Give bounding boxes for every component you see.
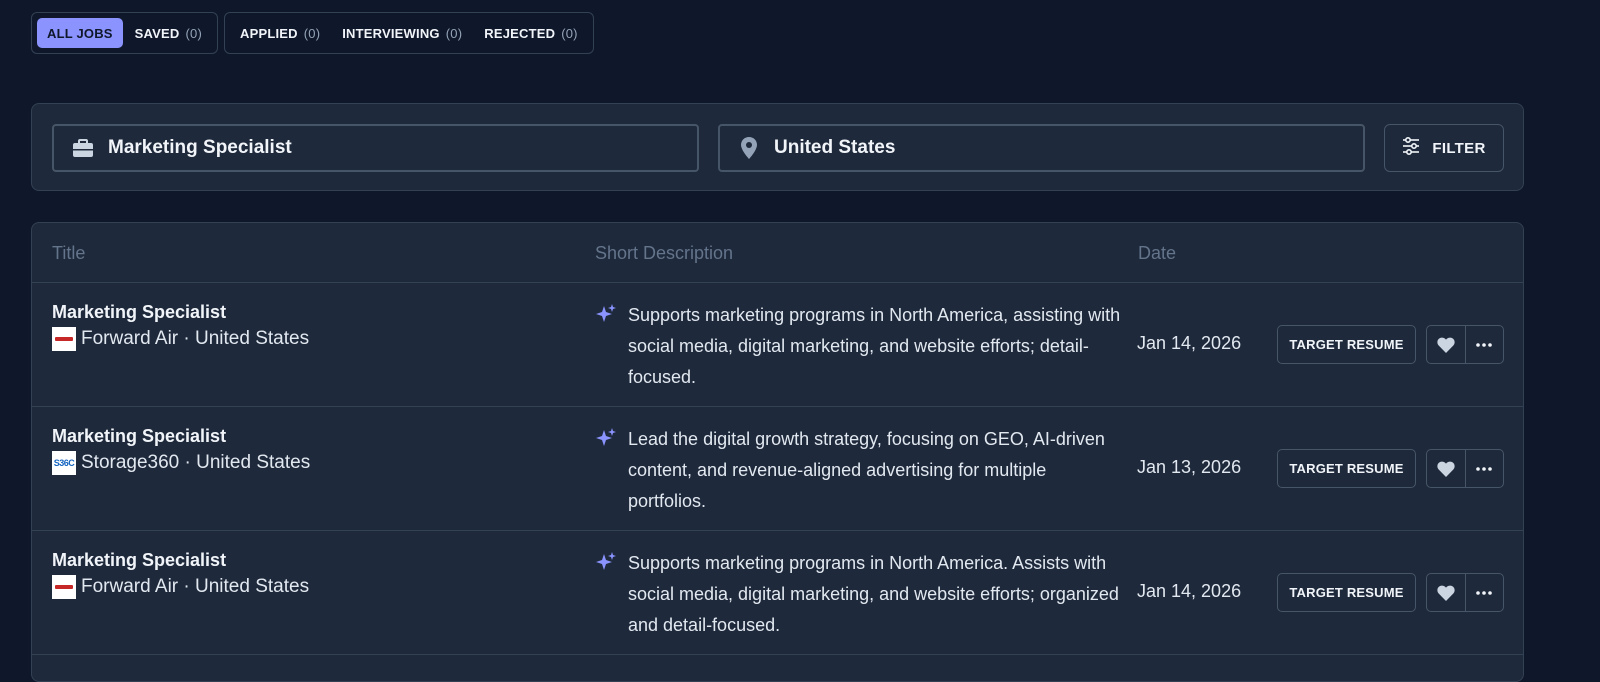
sliders-icon xyxy=(1402,136,1420,159)
tab-rejected[interactable]: REJECTED (0) xyxy=(474,18,587,48)
status-tabs: ALL JOBS SAVED (0) APPLIED (0) INTERVIEW… xyxy=(31,12,594,54)
row-actions xyxy=(1426,573,1504,612)
tab-group-primary: ALL JOBS SAVED (0) xyxy=(31,12,218,54)
more-horizontal-icon xyxy=(1476,342,1493,347)
search-panel: FILTER xyxy=(31,103,1524,191)
company-line: Forward Air · United States xyxy=(52,327,309,351)
tab-label: REJECTED xyxy=(484,25,556,41)
save-job-button[interactable] xyxy=(1427,574,1465,611)
forward-air-logo xyxy=(52,575,76,599)
job-date: Jan 14, 2026 xyxy=(1137,581,1242,601)
save-job-button[interactable] xyxy=(1427,450,1465,487)
company-line: Forward Air · United States xyxy=(52,575,309,599)
sparkle-icon xyxy=(595,303,617,325)
target-resume-button[interactable]: TARGET RESUME xyxy=(1277,449,1416,488)
briefcase-icon xyxy=(72,137,94,159)
sparkle-icon xyxy=(595,427,617,449)
heart-icon xyxy=(1437,337,1455,353)
filter-label: FILTER xyxy=(1432,139,1486,157)
filter-button[interactable]: FILTER xyxy=(1384,124,1504,172)
more-options-button[interactable] xyxy=(1464,326,1503,363)
column-header-description: Short Description xyxy=(595,243,734,263)
storage360-logo: S36C xyxy=(52,451,76,475)
tab-group-pipeline: APPLIED (0) INTERVIEWING (0) REJECTED (0… xyxy=(223,12,594,54)
target-resume-button[interactable]: TARGET RESUME xyxy=(1277,325,1416,364)
sparkle-icon xyxy=(595,551,617,573)
job-title[interactable]: Marketing Specialist xyxy=(52,550,226,571)
tab-count: (0) xyxy=(445,25,463,41)
job-date: Jan 13, 2026 xyxy=(1137,457,1242,477)
job-description: Supports marketing programs in North Ame… xyxy=(628,553,1119,635)
tab-label: SAVED xyxy=(134,25,180,41)
location-input[interactable] xyxy=(774,137,1334,159)
tab-count: (0) xyxy=(303,25,321,41)
row-actions xyxy=(1426,449,1504,488)
more-horizontal-icon xyxy=(1476,466,1493,471)
row-actions xyxy=(1426,325,1504,364)
company-location: Forward Air · United States xyxy=(81,328,310,349)
more-options-button[interactable] xyxy=(1464,450,1503,487)
tab-count: (0) xyxy=(561,25,578,41)
logo-text: S36C xyxy=(53,458,75,468)
forward-air-logo xyxy=(52,327,76,351)
company-location: Storage360 · United States xyxy=(81,452,311,473)
job-date: Jan 14, 2026 xyxy=(1137,333,1242,353)
tab-all-jobs[interactable]: ALL JOBS xyxy=(37,18,123,48)
more-horizontal-icon xyxy=(1476,590,1493,595)
job-title-search[interactable] xyxy=(52,124,699,172)
target-resume-button[interactable]: TARGET RESUME xyxy=(1277,573,1416,612)
location-search[interactable] xyxy=(718,124,1365,172)
company-location: Forward Air · United States xyxy=(81,576,310,597)
job-title[interactable]: Marketing Specialist xyxy=(52,426,226,447)
tab-count: (0) xyxy=(185,25,202,41)
heart-icon xyxy=(1437,461,1455,477)
tab-label: ALL JOBS xyxy=(47,25,113,41)
column-header-date: Date xyxy=(1138,243,1177,263)
save-job-button[interactable] xyxy=(1427,326,1465,363)
job-title-input[interactable] xyxy=(108,137,668,159)
column-header-title: Title xyxy=(52,243,86,263)
tab-applied[interactable]: APPLIED (0) xyxy=(230,18,330,48)
table-header: Title Short Description Date xyxy=(32,223,1523,283)
company-line: S36C Storage360 · United States xyxy=(52,451,310,475)
table-row[interactable]: Marketing Specialist Forward Air · Unite… xyxy=(32,531,1523,655)
job-title[interactable]: Marketing Specialist xyxy=(52,302,226,323)
tab-label: APPLIED xyxy=(239,25,298,41)
table-row[interactable]: Marketing Specialist S36C Storage360 · U… xyxy=(32,407,1523,531)
heart-icon xyxy=(1437,585,1455,601)
job-description: Lead the digital growth strategy, focusi… xyxy=(628,429,1105,511)
table-row[interactable]: Marketing Specialist Forward Air · Unite… xyxy=(32,283,1523,407)
tab-saved[interactable]: SAVED (0) xyxy=(125,18,212,48)
job-description: Supports marketing programs in North Ame… xyxy=(628,305,1121,387)
map-pin-icon xyxy=(738,137,760,159)
tab-label: INTERVIEWING xyxy=(342,25,440,41)
tab-interviewing[interactable]: INTERVIEWING (0) xyxy=(332,18,472,48)
jobs-table: Title Short Description Date Marketing S… xyxy=(31,222,1524,682)
more-options-button[interactable] xyxy=(1464,574,1503,611)
